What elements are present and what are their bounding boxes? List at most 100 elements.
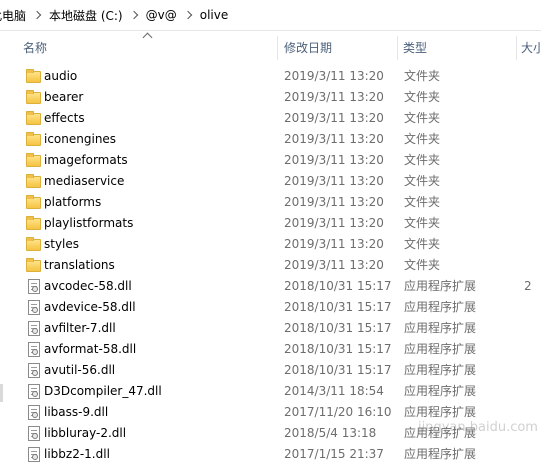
dll-file-icon bbox=[28, 363, 40, 378]
file-modified-date: 2018/10/31 15:17 bbox=[284, 279, 392, 293]
file-row[interactable]: mediaservice 2019/3/11 13:20 文件夹 bbox=[0, 171, 541, 192]
file-modified-date: 2019/3/11 13:20 bbox=[284, 237, 384, 251]
file-row[interactable]: avutil-56.dll 2018/10/31 15:17 应用程序扩展 bbox=[0, 360, 541, 381]
file-type: 文件夹 bbox=[404, 111, 441, 125]
selection-edge bbox=[0, 384, 3, 402]
folder-icon bbox=[26, 132, 41, 146]
file-name: avfilter-7.dll bbox=[44, 321, 116, 335]
column-header-row: 名称 修改日期 类型 大小 bbox=[0, 36, 541, 60]
breadcrumb-local-disk[interactable]: 本地磁盘 (C:) bbox=[49, 7, 123, 24]
file-row[interactable]: iconengines 2019/3/11 13:20 文件夹 bbox=[0, 129, 541, 150]
breadcrumb-olive[interactable]: olive bbox=[200, 8, 229, 22]
file-modified-date: 2019/3/11 13:20 bbox=[284, 195, 384, 209]
file-name: styles bbox=[44, 237, 80, 251]
column-divider[interactable] bbox=[397, 36, 398, 60]
file-row[interactable]: styles 2019/3/11 13:20 文件夹 bbox=[0, 234, 541, 255]
dll-file-icon bbox=[28, 321, 40, 336]
file-modified-date: 2018/10/31 15:17 bbox=[284, 321, 392, 335]
chevron-right-icon[interactable] bbox=[183, 10, 192, 20]
dll-file-icon bbox=[28, 342, 40, 357]
file-modified-date: 2019/3/11 13:20 bbox=[284, 111, 384, 125]
file-row[interactable]: avfilter-7.dll 2018/10/31 15:17 应用程序扩展 bbox=[0, 318, 541, 339]
folder-icon bbox=[26, 153, 41, 167]
file-type: 应用程序扩展 bbox=[404, 342, 477, 356]
file-modified-date: 2019/3/11 13:20 bbox=[284, 132, 384, 146]
file-modified-date: 2018/5/4 13:18 bbox=[284, 426, 377, 440]
dll-file-icon bbox=[28, 405, 40, 420]
file-row[interactable]: platforms 2019/3/11 13:20 文件夹 bbox=[0, 192, 541, 213]
file-name: libbz2-1.dll bbox=[44, 447, 110, 461]
folder-icon bbox=[26, 69, 41, 83]
column-divider[interactable] bbox=[516, 36, 517, 60]
file-name: audio bbox=[44, 69, 78, 83]
file-modified-date: 2018/10/31 15:17 bbox=[284, 363, 392, 377]
file-row[interactable]: playlistformats 2019/3/11 13:20 文件夹 bbox=[0, 213, 541, 234]
file-type: 应用程序扩展 bbox=[404, 300, 477, 314]
file-name: libass-9.dll bbox=[44, 405, 109, 419]
file-modified-date: 2014/3/11 18:54 bbox=[284, 384, 384, 398]
file-row[interactable]: effects 2019/3/11 13:20 文件夹 bbox=[0, 108, 541, 129]
folder-icon bbox=[26, 174, 41, 188]
file-type: 文件夹 bbox=[404, 90, 441, 104]
folder-icon bbox=[26, 237, 41, 251]
file-row[interactable]: avdevice-58.dll 2018/10/31 15:17 应用程序扩展 bbox=[0, 297, 541, 318]
file-type: 文件夹 bbox=[404, 132, 441, 146]
address-breadcrumb[interactable]: 此电脑 本地磁盘 (C:) @v@ olive bbox=[0, 0, 541, 31]
dll-file-icon bbox=[28, 426, 40, 441]
file-type: 文件夹 bbox=[404, 195, 441, 209]
file-row[interactable]: avformat-58.dll 2018/10/31 15:17 应用程序扩展 bbox=[0, 339, 541, 360]
file-row[interactable]: bearer 2019/3/11 13:20 文件夹 bbox=[0, 87, 541, 108]
file-name: imageformats bbox=[44, 153, 128, 167]
file-name: avformat-58.dll bbox=[44, 342, 137, 356]
file-type: 应用程序扩展 bbox=[404, 321, 477, 335]
file-type: 应用程序扩展 bbox=[404, 363, 477, 377]
file-name: bearer bbox=[44, 90, 84, 104]
file-name: translations bbox=[44, 258, 115, 272]
file-list: audio 2019/3/11 13:20 文件夹 bearer 2019/3/11 1… bbox=[0, 66, 541, 465]
file-name: avutil-56.dll bbox=[44, 363, 116, 377]
dll-file-icon bbox=[28, 279, 40, 294]
file-row[interactable]: translations 2019/3/11 13:20 文件夹 bbox=[0, 255, 541, 276]
file-name: avcodec-58.dll bbox=[44, 279, 132, 293]
file-modified-date: 2019/3/11 13:20 bbox=[284, 174, 384, 188]
file-row[interactable]: avcodec-58.dll 2018/10/31 15:17 应用程序扩展 2 bbox=[0, 276, 541, 297]
folder-icon bbox=[26, 90, 41, 104]
file-type: 文件夹 bbox=[404, 237, 441, 251]
file-name: mediaservice bbox=[44, 174, 125, 188]
file-type: 应用程序扩展 bbox=[404, 279, 477, 293]
column-header-date[interactable]: 修改日期 bbox=[284, 36, 394, 60]
dll-file-icon bbox=[28, 384, 40, 399]
file-row[interactable]: imageformats 2019/3/11 13:20 文件夹 bbox=[0, 150, 541, 171]
file-type: 文件夹 bbox=[404, 258, 441, 272]
file-name: iconengines bbox=[44, 132, 117, 146]
file-modified-date: 2019/3/11 13:20 bbox=[284, 216, 384, 230]
column-header-name[interactable]: 名称 bbox=[23, 36, 273, 60]
file-row[interactable]: libbz2-1.dll 2017/1/15 21:37 应用程序扩展 bbox=[0, 444, 541, 465]
file-type: 应用程序扩展 bbox=[404, 384, 477, 398]
chevron-right-icon[interactable] bbox=[129, 10, 138, 20]
folder-icon bbox=[26, 195, 41, 209]
file-modified-date: 2019/3/11 13:20 bbox=[284, 90, 384, 104]
column-header-size[interactable]: 大小 bbox=[521, 36, 541, 60]
file-modified-date: 2018/10/31 15:17 bbox=[284, 342, 392, 356]
file-modified-date: 2017/1/15 21:37 bbox=[284, 447, 384, 461]
folder-icon bbox=[26, 216, 41, 230]
file-name: avdevice-58.dll bbox=[44, 300, 136, 314]
chevron-right-icon[interactable] bbox=[32, 10, 42, 20]
column-header-type[interactable]: 类型 bbox=[403, 36, 513, 60]
file-row[interactable]: audio 2019/3/11 13:20 文件夹 bbox=[0, 66, 541, 87]
file-type: 文件夹 bbox=[404, 153, 441, 167]
dll-file-icon bbox=[28, 447, 40, 462]
breadcrumb-this-pc[interactable]: 此电脑 bbox=[0, 7, 26, 24]
file-type: 文件夹 bbox=[404, 174, 441, 188]
file-modified-date: 2019/3/11 13:20 bbox=[284, 153, 384, 167]
file-name: platforms bbox=[44, 195, 102, 209]
column-divider[interactable] bbox=[277, 36, 278, 60]
file-modified-date: 2019/3/11 13:20 bbox=[284, 258, 384, 272]
breadcrumb-vat[interactable]: @v@ bbox=[146, 8, 177, 22]
file-type: 文件夹 bbox=[404, 69, 441, 83]
file-name: libbluray-2.dll bbox=[44, 426, 127, 440]
file-modified-date: 2019/3/11 13:20 bbox=[284, 69, 384, 83]
file-modified-date: 2017/11/20 16:10 bbox=[284, 405, 392, 419]
file-row[interactable]: D3Dcompiler_47.dll 2014/3/11 18:54 应用程序扩展 bbox=[0, 381, 541, 402]
